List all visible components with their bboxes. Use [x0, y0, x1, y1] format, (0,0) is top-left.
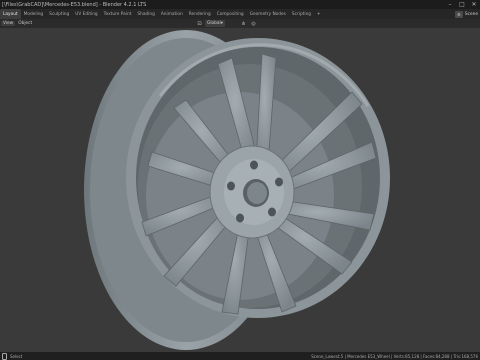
window-title: [\Files\GrabCAD]\Mercedes-E53.blend] - B…: [2, 1, 147, 8]
wheel-model: [84, 30, 390, 350]
workspace-tabs: Layout Modeling Sculpting UV Editing Tex…: [0, 9, 480, 19]
tab-modeling[interactable]: Modeling: [21, 9, 47, 19]
tab-sculpting[interactable]: Sculpting: [46, 9, 72, 19]
maximize-button[interactable]: □: [456, 0, 468, 9]
tab-rendering[interactable]: Rendering: [186, 9, 214, 19]
tab-geometry-nodes[interactable]: Geometry Nodes: [247, 9, 289, 19]
proportional-icon[interactable]: ◎: [250, 20, 257, 27]
status-bar: Select Scene_Lowest.5 | Mercedes E53_Whe…: [0, 352, 480, 360]
mouse-left-icon: [2, 352, 7, 360]
scene-selector[interactable]: ⚙ Scene: [454, 9, 480, 19]
3d-viewport[interactable]: [0, 28, 480, 352]
scene-statistics: Scene_Lowest.5 | Mercedes E53_Wheel | Ve…: [311, 353, 478, 359]
close-button[interactable]: ✕: [468, 0, 480, 9]
tab-uv-editing[interactable]: UV Editing: [72, 9, 100, 19]
tab-texture-paint[interactable]: Texture Paint: [101, 9, 135, 19]
view-menu[interactable]: View: [1, 21, 16, 26]
chevron-down-icon: ▾: [220, 21, 223, 26]
minimize-button[interactable]: –: [444, 0, 456, 9]
add-workspace-button[interactable]: +: [314, 9, 324, 19]
orientation-select[interactable]: Global ▾: [205, 20, 225, 27]
scene-icon: ⚙: [454, 10, 463, 18]
object-menu[interactable]: Object: [16, 21, 34, 26]
snap-icon[interactable]: ⋔: [240, 20, 247, 27]
select-box-icon[interactable]: ⊡: [196, 20, 203, 27]
transform-orientation: ⊡ Global ▾: [196, 20, 225, 27]
tab-shading[interactable]: Shading: [134, 9, 157, 19]
scene-label: Scene: [464, 11, 478, 17]
tab-scripting[interactable]: Scripting: [289, 9, 314, 19]
tab-animation[interactable]: Animation: [158, 9, 186, 19]
window-titlebar: [\Files\GrabCAD]\Mercedes-E53.blend] - B…: [0, 0, 480, 9]
tab-layout[interactable]: Layout: [0, 9, 21, 19]
status-select-label: Select: [10, 353, 23, 359]
snap-tools: ⋔ ◎: [240, 20, 257, 27]
orientation-value: Global: [207, 21, 221, 26]
tab-compositing[interactable]: Compositing: [214, 9, 247, 19]
